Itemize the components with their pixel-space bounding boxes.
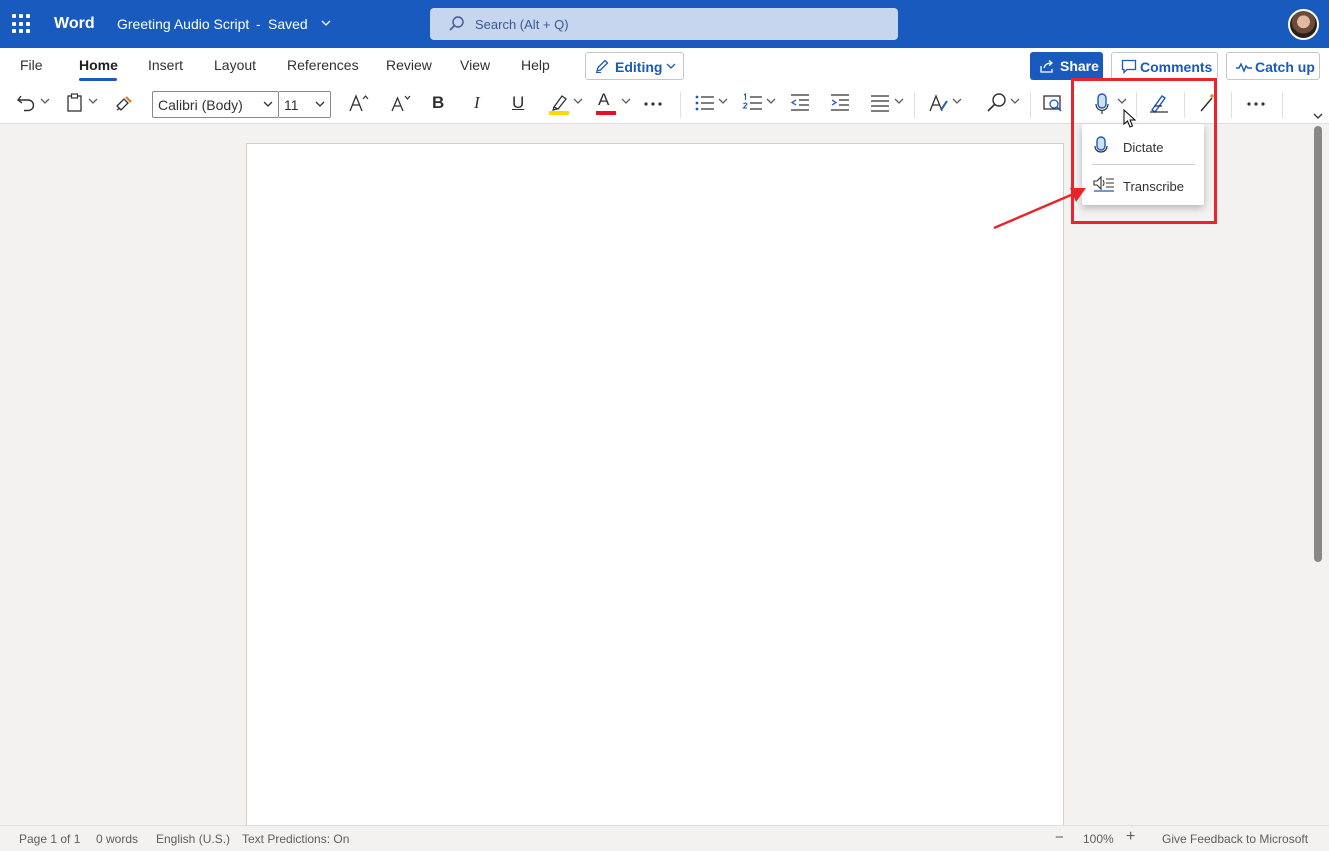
bold-button[interactable]: B	[432, 93, 444, 113]
bullets-icon[interactable]	[694, 92, 716, 116]
numbering-icon[interactable]	[742, 92, 764, 116]
comments-label: Comments	[1140, 59, 1213, 75]
share-button[interactable]: Share	[1030, 52, 1103, 80]
toolbar-divider	[914, 92, 915, 118]
tab-references[interactable]: References	[287, 57, 359, 73]
tab-layout[interactable]: Layout	[214, 57, 256, 73]
annotation-highlight-box	[1071, 78, 1217, 224]
font-name-value: Calibri (Body)	[158, 97, 243, 113]
shrink-font-icon[interactable]	[390, 92, 412, 116]
chevron-down-icon[interactable]	[766, 96, 776, 106]
toolbar-divider	[1231, 92, 1232, 118]
comment-icon	[1121, 59, 1137, 74]
increase-indent-icon[interactable]	[829, 92, 851, 116]
page-count: Page 1 of 1	[19, 832, 81, 846]
font-size-value: 11	[284, 97, 299, 113]
tab-view[interactable]: View	[460, 57, 490, 73]
zoom-out-button[interactable]: −	[1055, 829, 1064, 846]
ribbon-collapse-chevron-icon[interactable]	[1312, 109, 1324, 123]
decrease-indent-icon[interactable]	[789, 92, 811, 116]
chevron-down-icon[interactable]	[894, 96, 904, 106]
comments-button[interactable]: Comments	[1111, 52, 1218, 80]
tab-insert[interactable]: Insert	[148, 57, 183, 73]
chevron-down-icon[interactable]	[40, 96, 50, 106]
font-name-select[interactable]: Calibri (Body)	[152, 91, 279, 118]
chevron-down-icon[interactable]	[718, 96, 728, 106]
grow-font-icon[interactable]	[348, 92, 370, 116]
tab-review[interactable]: Review	[386, 57, 432, 73]
editor-review-icon[interactable]	[1042, 92, 1064, 116]
chevron-down-icon[interactable]	[952, 96, 962, 106]
text-predictions-status[interactable]: Text Predictions: On	[242, 832, 349, 846]
app-launcher-icon[interactable]	[12, 14, 32, 34]
find-icon[interactable]	[986, 92, 1008, 116]
language-indicator[interactable]: English (U.S.)	[156, 832, 230, 846]
chevron-down-icon[interactable]	[88, 96, 98, 106]
mouse-cursor-icon	[1123, 109, 1137, 128]
search-placeholder: Search (Alt + Q)	[475, 17, 569, 32]
feedback-link[interactable]: Give Feedback to Microsoft	[1162, 832, 1308, 846]
more-options-icon[interactable]	[1247, 102, 1267, 126]
avatar[interactable]	[1288, 9, 1319, 40]
toolbar-divider	[1282, 92, 1283, 118]
font-color-swatch	[596, 111, 616, 115]
undo-icon[interactable]	[16, 92, 36, 116]
catch-up-label: Catch up	[1255, 59, 1315, 75]
align-icon[interactable]	[870, 92, 890, 116]
chevron-down-icon[interactable]	[573, 96, 583, 106]
title-separator: -	[256, 16, 261, 32]
pencil-icon	[596, 59, 609, 73]
tab-file[interactable]: File	[20, 57, 43, 73]
annotation-arrow-icon	[993, 188, 1086, 230]
styles-icon[interactable]	[928, 92, 950, 116]
tab-help[interactable]: Help	[521, 57, 550, 73]
chevron-down-icon[interactable]	[621, 96, 631, 106]
title-bar: Word Greeting Audio Script - Saved Searc…	[0, 0, 1329, 48]
vertical-scrollbar[interactable]	[1314, 126, 1322, 562]
app-name[interactable]: Word	[54, 15, 95, 33]
clipboard-icon[interactable]	[66, 92, 84, 116]
editing-label: Editing	[615, 59, 663, 75]
active-tab-indicator	[79, 78, 117, 81]
share-icon	[1040, 60, 1054, 73]
search-input[interactable]: Search (Alt + Q)	[430, 8, 898, 40]
more-font-options-icon[interactable]	[644, 102, 664, 126]
underline-button[interactable]: U	[512, 93, 524, 113]
editing-mode-button[interactable]: Editing	[585, 52, 684, 80]
save-status: Saved	[268, 16, 308, 32]
chevron-down-icon[interactable]	[1010, 96, 1020, 106]
highlighter-icon[interactable]	[548, 92, 572, 116]
font-size-select[interactable]: 11	[279, 91, 331, 118]
zoom-in-button[interactable]: +	[1126, 828, 1135, 846]
catch-up-button[interactable]: Catch up	[1226, 52, 1320, 80]
toolbar-divider	[680, 92, 681, 118]
chevron-down-icon	[666, 63, 676, 69]
status-bar: Page 1 of 1 0 words English (U.S.) Text …	[0, 825, 1329, 851]
activity-icon	[1236, 62, 1252, 73]
document-title[interactable]: Greeting Audio Script	[117, 16, 249, 32]
format-painter-icon[interactable]	[114, 92, 134, 116]
word-count: 0 words	[96, 832, 139, 846]
zoom-level[interactable]: 100%	[1083, 832, 1114, 846]
chevron-down-icon[interactable]	[320, 15, 332, 34]
toolbar-divider	[1030, 92, 1031, 118]
chevron-down-icon	[315, 101, 325, 107]
tab-home[interactable]: Home	[79, 57, 118, 73]
chevron-down-icon	[263, 101, 273, 107]
share-label: Share	[1060, 58, 1099, 74]
document-page[interactable]	[246, 143, 1064, 825]
italic-button[interactable]: I	[474, 93, 480, 113]
search-icon	[449, 16, 464, 31]
font-color-letter: A	[598, 90, 610, 109]
